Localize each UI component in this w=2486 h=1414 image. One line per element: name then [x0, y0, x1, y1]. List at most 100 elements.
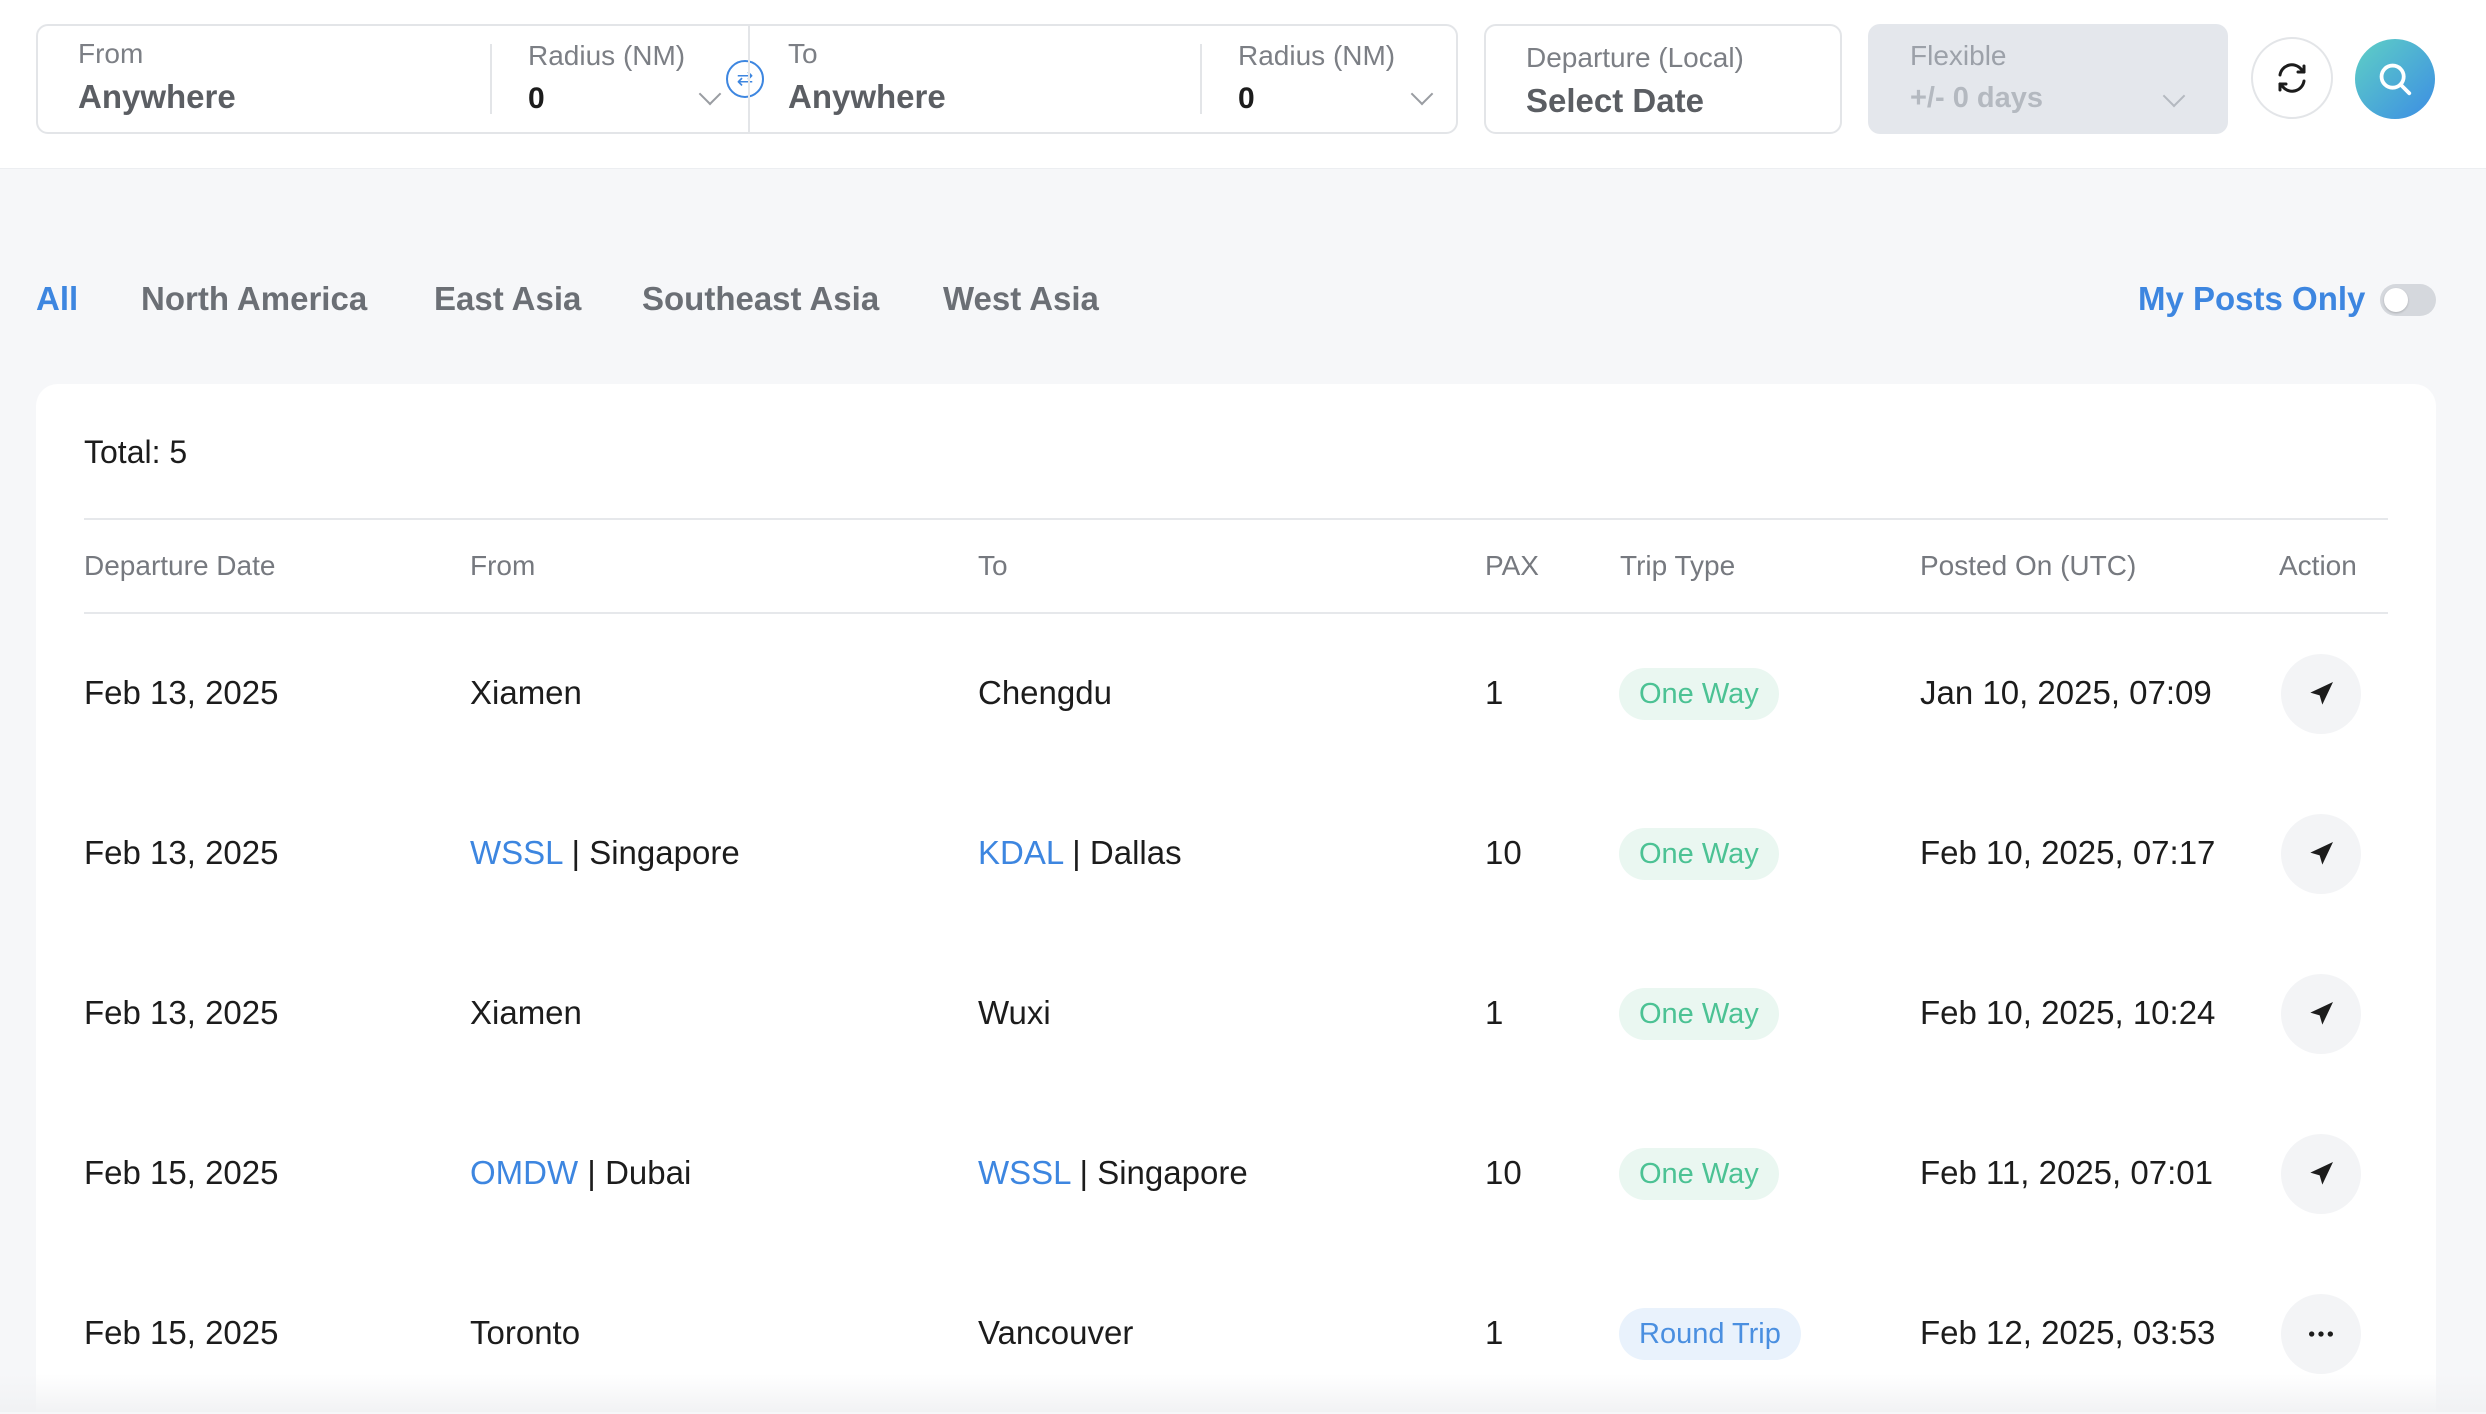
- send-button[interactable]: [2281, 654, 2361, 734]
- toggle-knob: [2384, 288, 2408, 312]
- airport-code-link[interactable]: OMDW: [470, 1154, 578, 1191]
- send-icon: [2310, 842, 2333, 865]
- chevron-down-icon: [2162, 84, 2186, 108]
- my-posts-only-toggle[interactable]: [2380, 284, 2436, 316]
- column-header-from: From: [470, 550, 536, 581]
- send-button[interactable]: [2281, 814, 2361, 894]
- posted-on-cell: Feb 10, 2025, 10:24: [1920, 994, 2216, 1031]
- departure-date-cell: Feb 15, 2025: [84, 1314, 279, 1351]
- send-button[interactable]: [2281, 1134, 2361, 1214]
- to-city: Chengdu: [978, 674, 1112, 711]
- trip-type-badge: Round Trip: [1619, 1308, 1801, 1360]
- posted-on-cell: Feb 12, 2025, 03:53: [1920, 1314, 2216, 1351]
- search-button[interactable]: [2355, 39, 2435, 119]
- more-icon: [2309, 1331, 2333, 1337]
- send-icon: [2310, 1002, 2333, 1025]
- chevron-down-icon: [1410, 82, 1434, 106]
- flexible-days-select[interactable]: Flexible +/- 0 days: [1868, 24, 2228, 134]
- airport-code-link[interactable]: WSSL: [470, 834, 562, 871]
- from-city: Xiamen: [470, 674, 582, 711]
- from-city: Toronto: [470, 1314, 581, 1351]
- posts-card: Total: 5 Departure Date From To PAX Trip…: [36, 384, 2436, 1412]
- from-cell: WSSL | Singapore: [470, 834, 740, 871]
- search-bar: From Anywhere Radius (NM) 0 ⇄ To Anywher…: [0, 0, 2486, 169]
- table-row[interactable]: Feb 13, 2025 Xiamen Wuxi 1 One Way Feb 1…: [36, 934, 2436, 1094]
- tab-all[interactable]: All: [36, 280, 78, 318]
- from-city: Dubai: [605, 1154, 692, 1191]
- from-radius-value: 0: [528, 82, 545, 115]
- column-header-departure-date: Departure Date: [84, 550, 276, 581]
- trip-type-badge: One Way: [1619, 828, 1779, 880]
- posted-on-cell: Jan 10, 2025, 07:09: [1920, 674, 2212, 711]
- refresh-icon: [2278, 63, 2306, 93]
- tab-southeast-asia[interactable]: Southeast Asia: [642, 280, 879, 318]
- posted-on-cell: Feb 10, 2025, 07:17: [1920, 834, 2216, 871]
- tab-west-asia[interactable]: West Asia: [943, 280, 1099, 318]
- from-field[interactable]: From Anywhere: [38, 26, 488, 132]
- send-button[interactable]: [2281, 974, 2361, 1054]
- tab-east-asia[interactable]: East Asia: [434, 280, 581, 318]
- from-value: Anywhere: [78, 78, 236, 115]
- from-city: Xiamen: [470, 994, 582, 1031]
- flexible-label: Flexible: [1910, 40, 2007, 71]
- departure-date-field[interactable]: Departure (Local) Select Date: [1484, 24, 1842, 134]
- flexible-value: +/- 0 days: [1910, 82, 2043, 114]
- trip-type-badge: One Way: [1619, 1148, 1779, 1200]
- to-cell: KDAL | Dallas: [978, 834, 1182, 871]
- from-cell: Xiamen: [470, 674, 582, 712]
- my-posts-only-label: My Posts Only: [2138, 280, 2366, 317]
- table-row[interactable]: Feb 15, 2025 OMDW | Dubai WSSL | Singapo…: [36, 1094, 2436, 1254]
- to-cell: Vancouver: [978, 1314, 1133, 1352]
- to-city: Vancouver: [978, 1314, 1134, 1351]
- search-icon: [2379, 63, 2412, 96]
- to-cell: Chengdu: [978, 674, 1112, 712]
- to-radius-label: Radius (NM): [1238, 40, 1396, 71]
- pax-cell: 1: [1485, 994, 1504, 1031]
- route-search-group: From Anywhere Radius (NM) 0 ⇄ To Anywher…: [36, 24, 1458, 134]
- total-count: Total: 5: [84, 434, 188, 470]
- refresh-button[interactable]: [2251, 37, 2333, 119]
- pax-cell: 10: [1485, 1154, 1522, 1191]
- from-label: From: [78, 38, 144, 69]
- from-cell: Xiamen: [470, 994, 582, 1032]
- to-city: Wuxi: [978, 994, 1051, 1031]
- pax-cell: 1: [1485, 674, 1504, 711]
- from-radius-select[interactable]: Radius (NM) 0: [492, 26, 752, 132]
- to-radius-value: 0: [1238, 82, 1255, 115]
- departure-date-cell: Feb 15, 2025: [84, 1154, 279, 1191]
- pax-cell: 10: [1485, 834, 1522, 871]
- column-header-pax: PAX: [1485, 550, 1539, 581]
- send-icon: [2310, 1162, 2333, 1185]
- pax-cell: 1: [1485, 1314, 1504, 1351]
- to-cell: Wuxi: [978, 994, 1051, 1032]
- trip-type-badge: One Way: [1619, 668, 1779, 720]
- send-icon: [2310, 682, 2333, 705]
- departure-date-cell: Feb 13, 2025: [84, 674, 279, 711]
- to-field[interactable]: To Anywhere: [750, 26, 1230, 132]
- table-row[interactable]: Feb 13, 2025 Xiamen Chengdu 1 One Way Ja…: [36, 614, 2436, 774]
- to-cell: WSSL | Singapore: [978, 1154, 1248, 1191]
- to-city: Dallas: [1089, 834, 1182, 871]
- divider: [84, 518, 2388, 520]
- departure-date-cell: Feb 13, 2025: [84, 994, 279, 1031]
- tab-north-america[interactable]: North America: [141, 280, 367, 318]
- airport-code-link[interactable]: WSSL: [978, 1154, 1070, 1191]
- column-header-posted-on: Posted On (UTC): [1920, 550, 2137, 581]
- from-cell: Toronto: [470, 1314, 580, 1352]
- departure-value: Select Date: [1526, 82, 1704, 119]
- posted-on-cell: Feb 11, 2025, 07:01: [1920, 1154, 2213, 1191]
- to-value: Anywhere: [788, 78, 946, 115]
- more-options-button[interactable]: [2281, 1294, 2361, 1374]
- airport-code-link[interactable]: KDAL: [978, 834, 1063, 871]
- departure-label: Departure (Local): [1526, 42, 1744, 73]
- chevron-down-icon: [698, 82, 722, 106]
- from-cell: OMDW | Dubai: [470, 1154, 692, 1191]
- column-header-trip-type: Trip Type: [1620, 550, 1736, 581]
- table-row[interactable]: Feb 13, 2025 WSSL | Singapore KDAL | Dal…: [36, 774, 2436, 934]
- trip-type-badge: One Way: [1619, 988, 1779, 1040]
- to-label: To: [788, 38, 818, 69]
- to-city: Singapore: [1097, 1154, 1248, 1191]
- to-radius-select[interactable]: Radius (NM) 0: [1202, 26, 1456, 132]
- column-header-action: Action: [2279, 550, 2357, 581]
- from-radius-label: Radius (NM): [528, 40, 686, 71]
